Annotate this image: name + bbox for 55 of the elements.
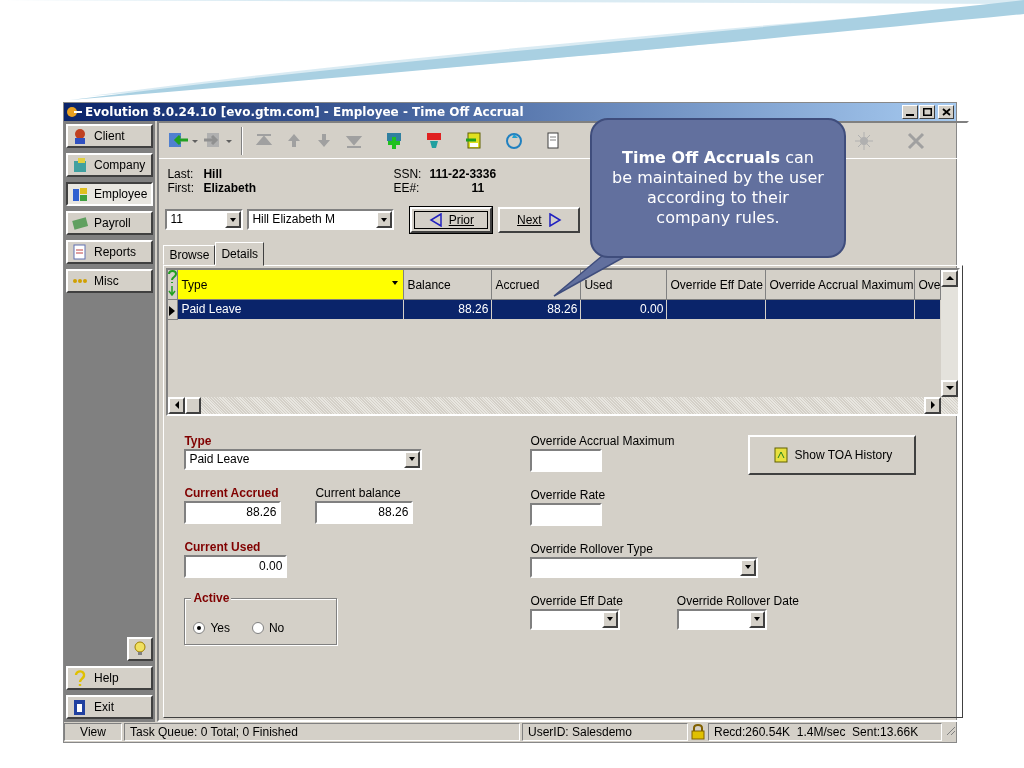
field-label: First: xyxy=(167,181,196,196)
ssn-value: 111-22-3336 xyxy=(429,167,498,182)
employee-number: 11 xyxy=(470,181,486,196)
status-text: View xyxy=(64,723,122,741)
text-field[interactable]: 88.26 xyxy=(184,500,282,524)
radio-button[interactable]: No xyxy=(251,612,285,644)
employee-number-dropdown[interactable]: 11 xyxy=(165,209,244,231)
field-label: SSN: xyxy=(393,167,423,182)
table-cell: 88.26 xyxy=(492,299,582,320)
field-label: EE#: xyxy=(393,181,421,196)
field-label: Override Rate xyxy=(530,487,606,503)
employee-first-name: Elizabeth xyxy=(203,181,258,196)
show-history-button[interactable]: Show TOA History xyxy=(748,434,917,475)
column-header[interactable]: Override Eff Date xyxy=(667,269,767,300)
field-label: Current balance xyxy=(315,485,402,501)
sidebar-button[interactable]: Employee xyxy=(66,182,154,206)
field-label: Last: xyxy=(167,167,195,182)
nav-button[interactable]: Prior xyxy=(410,206,493,233)
table-cell: 0.00 xyxy=(581,299,668,320)
callout-text: Time Off Accruals can be maintained by the user according to their company rules. xyxy=(612,148,824,228)
tab[interactable]: Browse xyxy=(163,244,216,265)
nav-button[interactable]: Next xyxy=(498,206,581,233)
sidebar-button[interactable]: Exit xyxy=(66,695,154,719)
sidebar-button[interactable]: Company xyxy=(66,153,154,177)
column-header[interactable]: Accrued xyxy=(492,269,582,300)
column-header[interactable]: Override Accrual Maximum xyxy=(766,269,916,300)
status-text: UserID: Salesdemo xyxy=(522,723,688,741)
field-label: Type xyxy=(184,433,212,449)
field-label: Override Rollover Date xyxy=(676,593,799,609)
field-label: Current Accrued xyxy=(184,485,280,501)
status-text: Task Queue: 0 Total; 0 Finished xyxy=(124,723,520,741)
tab[interactable]: Details xyxy=(215,241,265,266)
table-cell: 88.26 xyxy=(404,299,493,320)
field-label: Override Eff Date xyxy=(530,593,623,609)
column-header[interactable]: Balance xyxy=(404,269,493,300)
field-label: Current Used xyxy=(184,539,261,555)
column-header[interactable]: Type xyxy=(178,269,405,300)
table-cell: Paid Leave xyxy=(178,299,405,320)
sidebar-button[interactable]: Help xyxy=(66,666,154,690)
employee-last-name: Hill xyxy=(203,167,224,182)
dropdown-field[interactable]: Paid Leave xyxy=(184,448,423,470)
status-text: Recd:260.54K 1.4M/sec Sent:13.66K xyxy=(708,723,942,741)
sidebar-button[interactable]: Client xyxy=(66,124,154,148)
column-header[interactable]: Used xyxy=(581,269,668,300)
sidebar-button[interactable]: Misc xyxy=(66,269,154,293)
employee-name-dropdown[interactable]: Hill Elizabeth M xyxy=(247,209,395,231)
field-label: Override Rollover Type xyxy=(530,541,653,557)
text-field[interactable]: 88.26 xyxy=(315,500,414,524)
sidebar-button[interactable]: Payroll xyxy=(66,211,154,235)
text-field[interactable]: 0.00 xyxy=(184,554,288,578)
sidebar-button[interactable]: Reports xyxy=(66,240,154,264)
field-label: Override Accrual Maximum xyxy=(530,433,675,449)
column-header[interactable]: Ove xyxy=(915,269,942,300)
radio-button[interactable]: Yes xyxy=(193,612,230,644)
window-title: Evolution 8.0.24.10 [evo.gtm.com] - Employee - Time Off Accrual xyxy=(85,104,525,120)
